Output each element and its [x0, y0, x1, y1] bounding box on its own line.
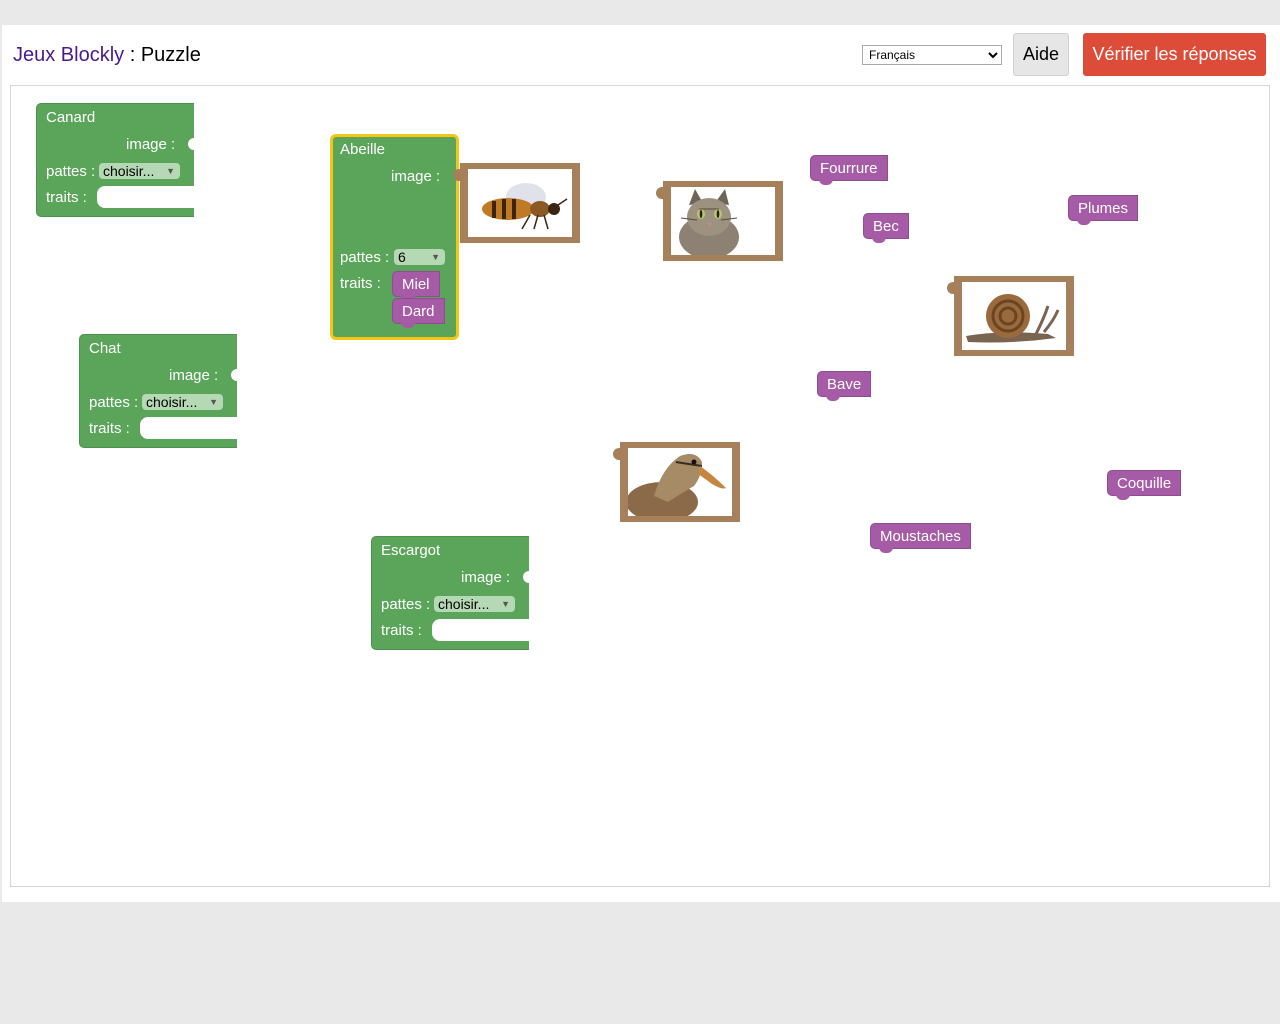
traits-input-slot[interactable] [432, 619, 530, 641]
animal-name: Chat [89, 340, 121, 357]
image-block-duck[interactable] [613, 442, 740, 522]
trait-block-bave[interactable]: Bave [817, 371, 872, 401]
cat-image [671, 187, 775, 255]
animal-block-chat[interactable]: Chat image : pattes : choisir... ▼ traits… [79, 334, 238, 448]
animal-name: Canard [46, 109, 96, 126]
trait-block-dard[interactable]: Dard [392, 298, 445, 328]
legs-dropdown-value: choisir... [146, 394, 198, 410]
image-label: image : [126, 136, 176, 153]
header: Jeux Blockly : Puzzle Français Aide Véri… [2, 25, 1280, 85]
chevron-down-icon: ▼ [431, 252, 440, 262]
animal-name: Abeille [340, 141, 386, 158]
animal-name: Escargot [381, 542, 441, 559]
trait-block-coquille[interactable]: Coquille [1107, 470, 1182, 500]
image-label: image : [461, 569, 511, 586]
image-block-connector [613, 448, 620, 460]
legs-label: pattes : [381, 596, 431, 613]
image-block-connector [453, 169, 460, 181]
title-separator: : [124, 44, 141, 66]
language-select[interactable]: Français [862, 45, 1002, 65]
trait-block-moustaches[interactable]: Moustaches [870, 523, 971, 553]
bee-image [468, 169, 572, 237]
image-input-socket[interactable] [523, 571, 529, 583]
legs-dropdown[interactable]: choisir... ▼ [99, 163, 180, 179]
verify-answers-button[interactable]: Vérifier les réponses [1083, 33, 1266, 76]
page-title: Jeux Blockly : Puzzle [13, 44, 201, 67]
chevron-down-icon: ▼ [166, 166, 175, 176]
image-block-bee[interactable] [453, 163, 580, 243]
animal-block-canard[interactable]: Canard image : pattes : choisir... ▼ trai… [36, 103, 195, 217]
image-label: image : [169, 367, 219, 384]
chevron-down-icon: ▼ [501, 599, 510, 609]
traits-label: traits : [381, 622, 422, 639]
trait-block-plumes[interactable]: Plumes [1068, 195, 1139, 225]
legs-dropdown[interactable]: 6 ▼ [394, 249, 445, 265]
legs-label: pattes : [340, 249, 390, 266]
legs-dropdown[interactable]: choisir... ▼ [434, 596, 515, 612]
traits-input-slot[interactable] [140, 417, 238, 439]
image-block-connector [947, 282, 954, 294]
image-input-socket[interactable] [188, 138, 194, 150]
animal-block-escargot[interactable]: Escargot image : pattes : choisir... ▼ tr… [371, 536, 530, 650]
image-block-snail[interactable] [947, 276, 1074, 356]
blockly-workspace[interactable]: Canard image : pattes : choisir... ▼ trai… [10, 85, 1270, 887]
traits-input-slot[interactable] [97, 186, 195, 208]
image-label: image : [391, 168, 441, 185]
legs-dropdown-value: 6 [398, 249, 406, 265]
cat-icon [679, 189, 739, 255]
image-block-cat[interactable] [656, 181, 783, 261]
snail-icon [966, 294, 1060, 343]
image-block-connector [656, 187, 663, 199]
image-input-socket[interactable] [231, 369, 237, 381]
duck-icon [628, 454, 726, 516]
traits-label: traits : [340, 275, 381, 292]
legs-label: pattes : [89, 394, 139, 411]
traits-label: traits : [46, 189, 87, 206]
traits-label: traits : [89, 420, 130, 437]
snail-image [962, 282, 1066, 350]
app-title-link[interactable]: Jeux Blockly [13, 44, 124, 66]
page: Jeux Blockly : Puzzle Français Aide Véri… [2, 25, 1280, 902]
trait-block-miel[interactable]: Miel [392, 271, 440, 301]
legs-dropdown-value: choisir... [438, 596, 490, 612]
bee-icon [482, 183, 568, 230]
chevron-down-icon: ▼ [209, 397, 218, 407]
duck-image [628, 448, 732, 516]
legs-dropdown[interactable]: choisir... ▼ [142, 394, 223, 410]
trait-block-bec[interactable]: Bec [863, 213, 909, 243]
legs-label: pattes : [46, 163, 96, 180]
puzzle-title: Puzzle [140, 44, 201, 66]
help-button[interactable]: Aide [1013, 33, 1069, 76]
trait-block-fourrure[interactable]: Fourrure [810, 155, 888, 185]
legs-dropdown-value: choisir... [103, 163, 155, 179]
